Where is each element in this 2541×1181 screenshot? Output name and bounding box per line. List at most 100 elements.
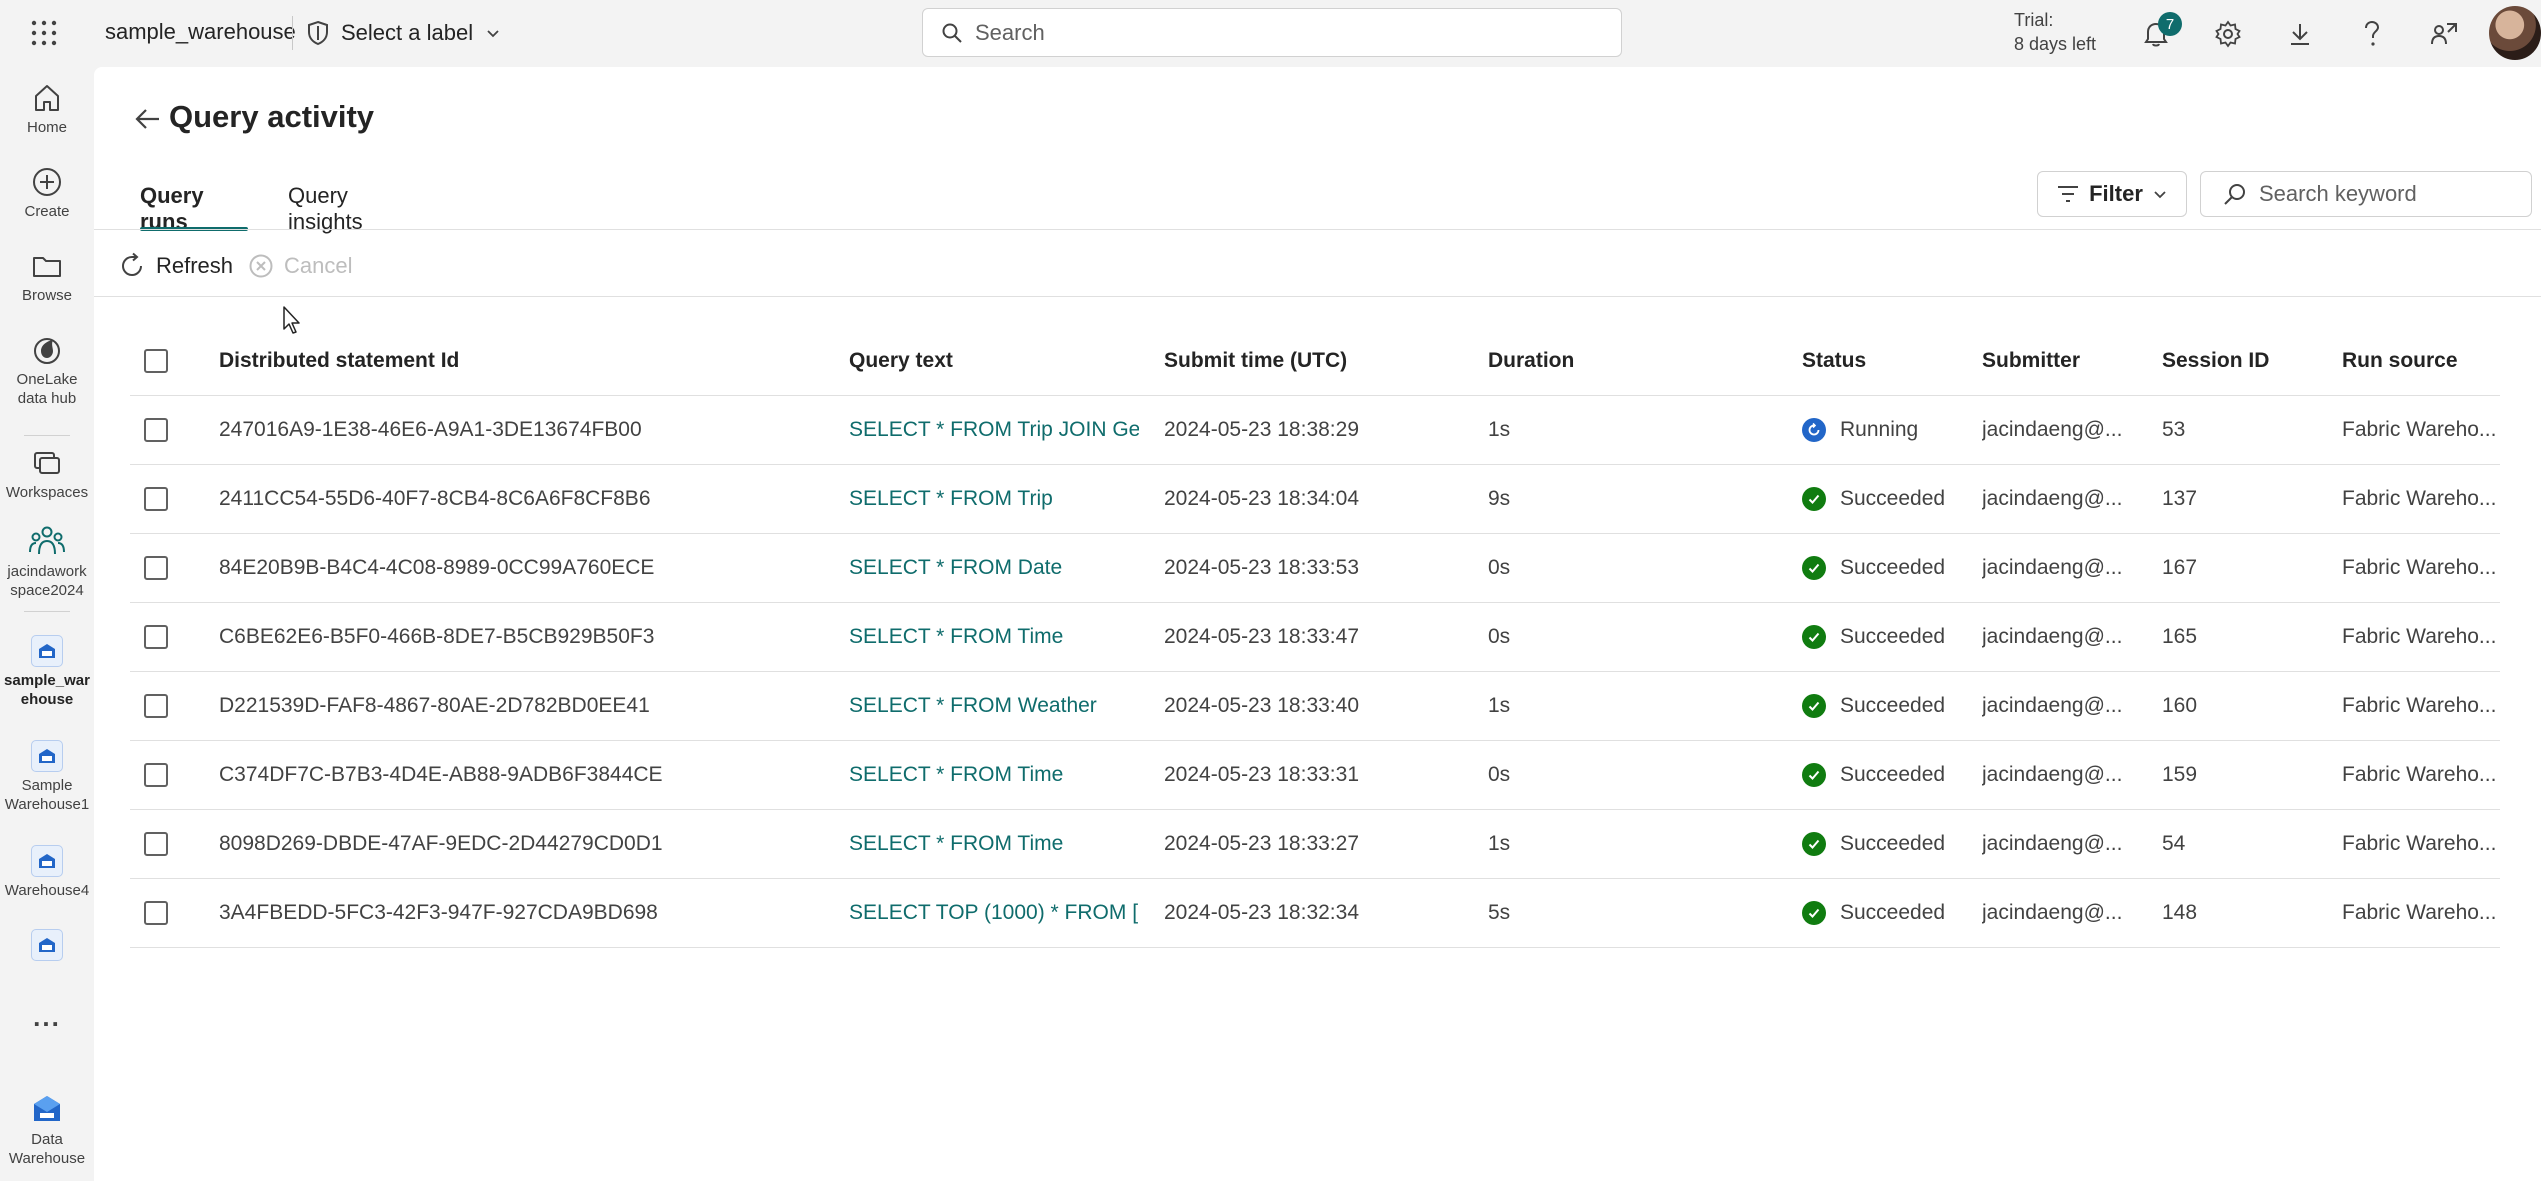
cancel-button[interactable]: Cancel xyxy=(248,246,352,286)
submit-time-cell: 2024-05-23 18:33:27 xyxy=(1164,832,1359,855)
row-select-cell xyxy=(144,741,168,809)
column-header-status[interactable]: Status xyxy=(1802,327,1972,395)
rail-item-sample-warehouse[interactable]: sample_war ehouse xyxy=(0,635,94,709)
statement-id-cell: 84E20B9B-B4C4-4C08-8989-0CC99A760ECE xyxy=(219,556,655,579)
row-checkbox[interactable] xyxy=(144,487,168,511)
column-header-submit-time[interactable]: Submit time (UTC) xyxy=(1164,327,1464,395)
keyword-search-box[interactable] xyxy=(2200,171,2532,217)
trial-label: Trial: xyxy=(2014,10,2054,30)
query-text-cell[interactable]: SELECT TOP (1000) * FROM [... xyxy=(849,879,1139,947)
rail-item-workspaces[interactable]: Workspaces xyxy=(0,447,94,502)
tab-query-runs[interactable]: Query runs xyxy=(140,183,248,234)
row-select-cell xyxy=(144,465,168,533)
submitter-cell: jacindaeng@... xyxy=(1982,901,2123,924)
sensitivity-label-picker[interactable]: Select a label xyxy=(307,14,501,52)
rail-more-button[interactable]: ... xyxy=(0,1002,94,1033)
table-row[interactable]: D221539D-FAF8-4867-80AE-2D782BD0EE41 SELE… xyxy=(130,672,2500,741)
statement-id-cell: C374DF7C-B7B3-4D4E-AB88-9ADB6F3844CE xyxy=(219,763,663,786)
help-button[interactable] xyxy=(2350,12,2394,56)
query-text-cell[interactable]: SELECT * FROM Trip xyxy=(849,465,1139,533)
rail-item-sample-warehouse1[interactable]: Sample Warehouse1 xyxy=(0,740,94,814)
duration-cell: 0s xyxy=(1488,763,1511,786)
row-checkbox[interactable] xyxy=(144,556,168,580)
filter-button[interactable]: Filter xyxy=(2037,171,2187,217)
rail-label: Home xyxy=(26,119,67,136)
warehouse-icon xyxy=(31,845,63,877)
table-row[interactable]: 84E20B9B-B4C4-4C08-8989-0CC99A760ECE SELE… xyxy=(130,534,2500,603)
keyword-search-input[interactable] xyxy=(2259,181,2519,207)
workspace-name[interactable]: sample_warehouse xyxy=(105,19,296,45)
warehouse-icon xyxy=(31,635,63,667)
rail-item-browse[interactable]: Browse xyxy=(0,250,94,305)
select-all-checkbox[interactable] xyxy=(144,349,168,373)
table-row[interactable]: 2411CC54-55D6-40F7-8CB4-8C6A6F8CF8B6 SELE… xyxy=(130,465,2500,534)
run-source-cell: Fabric Wareho... xyxy=(2342,418,2497,441)
column-header-session-id[interactable]: Session ID xyxy=(2162,327,2332,395)
duration-cell: 9s xyxy=(1488,487,1511,510)
row-checkbox[interactable] xyxy=(144,763,168,787)
table-row[interactable]: 8098D269-DBDE-47AF-9EDC-2D44279CD0D1 SELE… xyxy=(130,810,2500,879)
tab-query-insights[interactable]: Query insights xyxy=(288,183,428,234)
home-icon xyxy=(35,85,59,111)
group-icon xyxy=(29,526,65,555)
success-check-icon xyxy=(1802,487,1826,511)
run-source-cell: Fabric Wareho... xyxy=(2342,556,2497,579)
column-header-query-text[interactable]: Query text xyxy=(849,327,1139,395)
table-row[interactable]: C6BE62E6-B5F0-466B-8DE7-B5CB929B50F3 SELE… xyxy=(130,603,2500,672)
main-panel: Query activity Query runs Query insights… xyxy=(94,67,2541,1181)
label-picker-text: Select a label xyxy=(341,20,474,45)
rail-item-create[interactable]: Create xyxy=(0,166,94,221)
top-bar: sample_warehouse Select a label Trial: 8… xyxy=(0,0,2541,67)
global-search-input[interactable] xyxy=(975,19,1575,46)
query-text-cell[interactable]: SELECT * FROM Time xyxy=(849,603,1139,671)
row-checkbox[interactable] xyxy=(144,832,168,856)
status-text: Succeeded xyxy=(1840,832,1946,855)
row-checkbox[interactable] xyxy=(144,901,168,925)
submitter-cell: jacindaeng@... xyxy=(1982,832,2123,855)
submit-time-cell: 2024-05-23 18:33:47 xyxy=(1164,625,1359,648)
shield-icon xyxy=(308,20,328,46)
table-row[interactable]: 247016A9-1E38-46E6-A9A1-3DE13674FB00 SELE… xyxy=(130,396,2500,465)
rail-item-onelake-data-hub[interactable]: OneLake data hub xyxy=(0,334,94,408)
query-text-cell[interactable]: SELECT * FROM Trip JOIN Ge... xyxy=(849,396,1139,464)
rail-item-warehouse4[interactable]: Warehouse4 xyxy=(0,845,94,900)
settings-button[interactable] xyxy=(2206,12,2250,56)
statement-id-cell: D221539D-FAF8-4867-80AE-2D782BD0EE41 xyxy=(219,694,650,717)
column-header-submitter[interactable]: Submitter xyxy=(1982,327,2152,395)
rail-item-jacindaworkspace2024[interactable]: jacindawork space2024 xyxy=(0,524,94,600)
notifications-button[interactable]: 7 xyxy=(2134,12,2182,56)
share-feedback-button[interactable] xyxy=(2422,12,2466,56)
submitter-cell: jacindaeng@... xyxy=(1982,487,2123,510)
rail-item-home[interactable]: Home xyxy=(0,82,94,137)
avatar[interactable] xyxy=(2489,6,2541,60)
row-checkbox[interactable] xyxy=(144,694,168,718)
download-button[interactable] xyxy=(2278,12,2322,56)
column-header-run-source[interactable]: Run source xyxy=(2342,327,2500,395)
rail-label: sample_war ehouse xyxy=(4,672,90,708)
running-status-icon xyxy=(1802,418,1826,442)
rail-item-warehouse-unlabeled[interactable] xyxy=(0,929,94,961)
trial-status[interactable]: Trial: 8 days left xyxy=(2014,8,2096,56)
global-search-box[interactable] xyxy=(922,8,1622,57)
table-row[interactable]: C374DF7C-B7B3-4D4E-AB88-9ADB6F3844CE SELE… xyxy=(130,741,2500,810)
app-launcher-icon[interactable] xyxy=(22,17,66,49)
status-cell: Succeeded xyxy=(1802,810,1972,878)
row-checkbox[interactable] xyxy=(144,625,168,649)
query-text-cell[interactable]: SELECT * FROM Time xyxy=(849,741,1139,809)
row-checkbox[interactable] xyxy=(144,418,168,442)
query-text-cell[interactable]: SELECT * FROM Time xyxy=(849,810,1139,878)
duration-cell: 1s xyxy=(1488,418,1511,441)
refresh-button[interactable]: Refresh xyxy=(118,246,233,286)
column-header-statement-id[interactable]: Distributed statement Id xyxy=(219,327,819,395)
column-header-duration[interactable]: Duration xyxy=(1488,327,1778,395)
statement-id-cell: 3A4FBEDD-5FC3-42F3-947F-927CDA9BD698 xyxy=(219,901,658,924)
run-source-cell: Fabric Wareho... xyxy=(2342,487,2497,510)
rail-label: Create xyxy=(24,203,70,220)
query-text-cell[interactable]: SELECT * FROM Date xyxy=(849,534,1139,602)
back-button[interactable] xyxy=(130,101,166,137)
left-nav-rail: Home Create Browse OneLake data hub Work… xyxy=(0,67,94,1181)
query-text-cell[interactable]: SELECT * FROM Weather xyxy=(849,672,1139,740)
rail-label: Data Warehouse xyxy=(8,1131,86,1167)
table-row[interactable]: 3A4FBEDD-5FC3-42F3-947F-927CDA9BD698 SELE… xyxy=(130,879,2500,948)
rail-item-data-warehouse[interactable]: Data Warehouse xyxy=(0,1092,94,1168)
